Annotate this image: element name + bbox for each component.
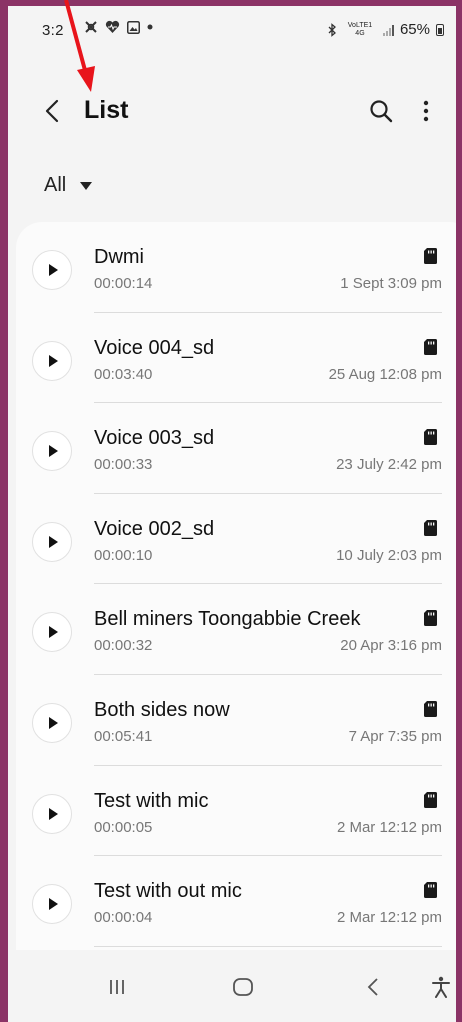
search-button[interactable] bbox=[366, 96, 396, 126]
sd-card-icon bbox=[424, 791, 437, 808]
bluetooth-icon bbox=[327, 22, 337, 37]
recording-duration: 00:00:10 bbox=[94, 546, 153, 564]
play-button[interactable] bbox=[32, 884, 72, 925]
recording-date: 2 Mar 12:12 pm bbox=[336, 909, 442, 927]
search-icon bbox=[370, 100, 393, 123]
sd-card-icon bbox=[424, 429, 437, 446]
recording-duration: 00:00:33 bbox=[94, 456, 153, 474]
category-filter-dropdown[interactable]: All bbox=[44, 174, 93, 197]
recording-duration: 00:00:32 bbox=[94, 637, 153, 655]
navigation-bar bbox=[8, 950, 456, 1022]
play-button[interactable] bbox=[32, 703, 72, 743]
app-bar: List bbox=[8, 76, 456, 146]
home-button[interactable] bbox=[226, 970, 260, 1004]
play-button[interactable] bbox=[32, 250, 72, 290]
recording-list-item[interactable]: Bell miners Toongabbie Creek 00:00:32 20 A… bbox=[16, 584, 456, 675]
screen: 3:2 VoLTE1 4G 65% List All Dwmi 00:00:14… bbox=[0, 0, 462, 1022]
recording-duration: 00:05:41 bbox=[94, 728, 153, 745]
recording-date: 25 Aug 12:08 pm bbox=[328, 365, 442, 383]
play-button[interactable] bbox=[32, 431, 72, 472]
recording-title: Both sides now bbox=[94, 699, 230, 721]
sd-card-icon bbox=[424, 338, 437, 355]
recording-date: 2 Mar 12:12 pm bbox=[336, 818, 442, 836]
status-time: 3:2 bbox=[42, 22, 64, 39]
recents-icon bbox=[110, 980, 124, 994]
page-title: List bbox=[84, 96, 129, 124]
home-icon bbox=[233, 978, 253, 996]
play-icon bbox=[49, 264, 58, 276]
play-button[interactable] bbox=[32, 793, 72, 834]
more-notifications-dot-icon bbox=[147, 24, 153, 30]
sd-card-icon bbox=[424, 248, 437, 264]
dropdown-caret-icon bbox=[80, 181, 93, 190]
status-indicators: VoLTE1 4G 65% bbox=[327, 21, 444, 38]
health-heart-icon bbox=[105, 20, 120, 34]
play-icon bbox=[49, 717, 58, 729]
signal-strength-icon bbox=[382, 24, 394, 36]
sd-card-icon bbox=[424, 701, 437, 717]
recording-list-item[interactable]: Test with out mic 00:00:04 2 Mar 12:12 pm bbox=[16, 856, 456, 947]
recording-date: 23 July 2:42 pm bbox=[336, 456, 442, 474]
battery-percentage: 65% bbox=[399, 21, 430, 38]
back-arrow-icon bbox=[45, 99, 59, 123]
recording-title: Voice 002_sd bbox=[94, 517, 215, 540]
recording-list-item[interactable]: Test with mic 00:00:05 2 Mar 12:12 pm bbox=[16, 766, 456, 857]
play-button[interactable] bbox=[32, 612, 72, 653]
play-icon bbox=[49, 807, 58, 820]
battery-icon bbox=[436, 23, 444, 36]
play-icon bbox=[49, 445, 58, 458]
recording-date: 7 Apr 7:35 pm bbox=[348, 728, 442, 745]
play-icon bbox=[49, 626, 58, 639]
recording-date: 20 Apr 3:16 pm bbox=[340, 637, 442, 655]
recording-list-item[interactable]: Both sides now 00:05:41 7 Apr 7:35 pm bbox=[16, 675, 456, 766]
recordings-list: Dwmi 00:00:14 1 Sept 3:09 pm Voice 004_sd 00… bbox=[16, 222, 456, 950]
sd-card-icon bbox=[424, 882, 437, 899]
recording-duration: 00:00:05 bbox=[94, 818, 153, 836]
nav-back-icon bbox=[367, 978, 378, 996]
recording-list-item[interactable]: Dwmi 00:00:14 1 Sept 3:09 pm bbox=[16, 222, 456, 313]
notification-icons bbox=[84, 20, 153, 34]
play-icon bbox=[49, 354, 58, 367]
accessibility-icon bbox=[432, 976, 450, 998]
recording-duration: 00:03:40 bbox=[94, 365, 153, 383]
missed-call-icon bbox=[84, 20, 98, 34]
recording-list-item[interactable]: Voice 004_sd 00:03:40 25 Aug 12:08 pm bbox=[16, 313, 456, 404]
recording-title: Voice 003_sd bbox=[94, 427, 215, 450]
play-button[interactable] bbox=[32, 521, 72, 562]
recording-duration: 00:00:04 bbox=[94, 909, 153, 927]
recording-duration: 00:00:14 bbox=[94, 275, 153, 292]
recents-button[interactable] bbox=[100, 970, 134, 1004]
recording-list-item[interactable]: Voice 003_sd 00:00:33 23 July 2:42 pm bbox=[16, 403, 456, 494]
recording-date: 10 July 2:03 pm bbox=[336, 546, 442, 564]
nav-back-button[interactable] bbox=[356, 970, 390, 1004]
recording-title: Test with mic bbox=[94, 789, 209, 812]
filter-label: All bbox=[44, 174, 67, 196]
more-options-button[interactable] bbox=[414, 96, 438, 126]
recording-title: Test with out mic bbox=[94, 880, 242, 903]
recording-title: Voice 004_sd bbox=[94, 336, 215, 359]
sd-card-icon bbox=[424, 610, 437, 627]
play-icon bbox=[49, 898, 58, 911]
accessibility-button[interactable] bbox=[424, 970, 456, 1004]
recording-date: 1 Sept 3:09 pm bbox=[340, 275, 442, 292]
recording-title: Bell miners Toongabbie Creek bbox=[94, 608, 361, 631]
list-divider bbox=[94, 945, 442, 947]
network-type-label: VoLTE1 4G bbox=[347, 21, 373, 37]
back-button[interactable] bbox=[36, 94, 68, 128]
gallery-icon bbox=[127, 20, 140, 34]
status-bar: 3:2 VoLTE1 4G 65% bbox=[8, 6, 456, 64]
recording-title: Dwmi bbox=[94, 246, 144, 268]
more-options-icon bbox=[423, 100, 429, 122]
play-button[interactable] bbox=[32, 340, 72, 381]
play-icon bbox=[49, 535, 58, 548]
sd-card-icon bbox=[424, 519, 437, 536]
recording-list-item[interactable]: Voice 002_sd 00:00:10 10 July 2:03 pm bbox=[16, 494, 456, 585]
